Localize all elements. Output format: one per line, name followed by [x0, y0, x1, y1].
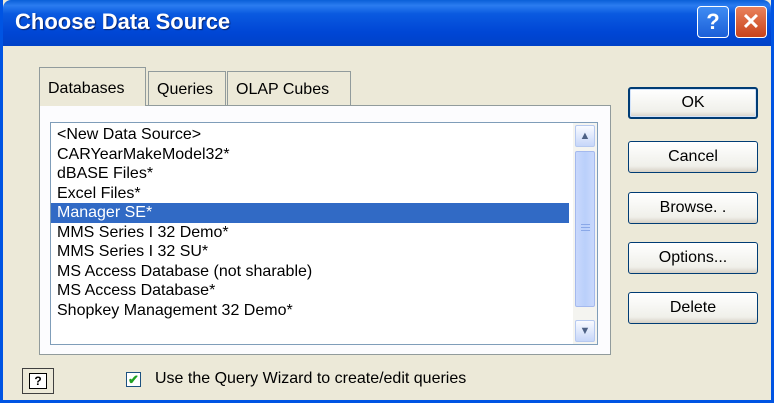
tab-queries[interactable]: Queries: [148, 71, 226, 105]
close-icon: ✕: [741, 9, 761, 34]
help-icon: ?: [29, 373, 47, 389]
tab-olap-cubes[interactable]: OLAP Cubes: [227, 71, 351, 105]
dialog-title: Choose Data Source: [15, 9, 231, 34]
cancel-button[interactable]: Cancel: [628, 141, 758, 173]
context-help-button[interactable]: ?: [22, 368, 54, 394]
title-bar[interactable]: Choose Data Source ? ✕: [3, 0, 771, 46]
options-button[interactable]: Options...: [628, 242, 758, 274]
list-item[interactable]: CARYearMakeModel32*: [51, 145, 569, 165]
chevron-down-icon: ▼: [579, 325, 591, 337]
ok-button[interactable]: OK: [628, 87, 758, 119]
query-wizard-checkbox[interactable]: ✔: [126, 372, 141, 387]
list-item-selected[interactable]: Manager SE*: [51, 203, 569, 223]
help-title-button[interactable]: ?: [697, 6, 729, 38]
list-item[interactable]: <New Data Source>: [51, 125, 569, 145]
scroll-up-button[interactable]: ▲: [575, 125, 595, 147]
list-item[interactable]: Excel Files*: [51, 184, 569, 204]
tab-databases[interactable]: Databases: [39, 67, 146, 106]
chevron-up-icon: ▲: [579, 130, 591, 142]
browse-button[interactable]: Browse. .: [628, 192, 758, 224]
list-item[interactable]: dBASE Files*: [51, 164, 569, 184]
checkmark-icon: ✔: [128, 372, 139, 387]
grip-icon: [581, 224, 590, 231]
databases-tab-panel: <New Data Source> CARYearMakeModel32* dB…: [39, 105, 611, 355]
scroll-down-button[interactable]: ▼: [575, 320, 595, 342]
list-item[interactable]: MS Access Database (not sharable): [51, 262, 569, 282]
list-item[interactable]: MMS Series I 32 SU*: [51, 242, 569, 262]
scrollbar-thumb[interactable]: [575, 151, 595, 307]
close-button[interactable]: ✕: [735, 6, 767, 38]
delete-button[interactable]: Delete: [628, 292, 758, 324]
vertical-scrollbar[interactable]: ▲ ▼: [573, 123, 597, 344]
list-item[interactable]: MMS Series I 32 Demo*: [51, 223, 569, 243]
list-item[interactable]: Shopkey Management 32 Demo*: [51, 301, 569, 321]
list-item[interactable]: MS Access Database*: [51, 281, 569, 301]
data-source-list[interactable]: <New Data Source> CARYearMakeModel32* dB…: [50, 122, 598, 345]
choose-data-source-dialog: Choose Data Source ? ✕ Databases Queries…: [0, 0, 774, 403]
query-wizard-label[interactable]: Use the Query Wizard to create/edit quer…: [155, 370, 466, 388]
question-icon: ?: [706, 9, 720, 34]
